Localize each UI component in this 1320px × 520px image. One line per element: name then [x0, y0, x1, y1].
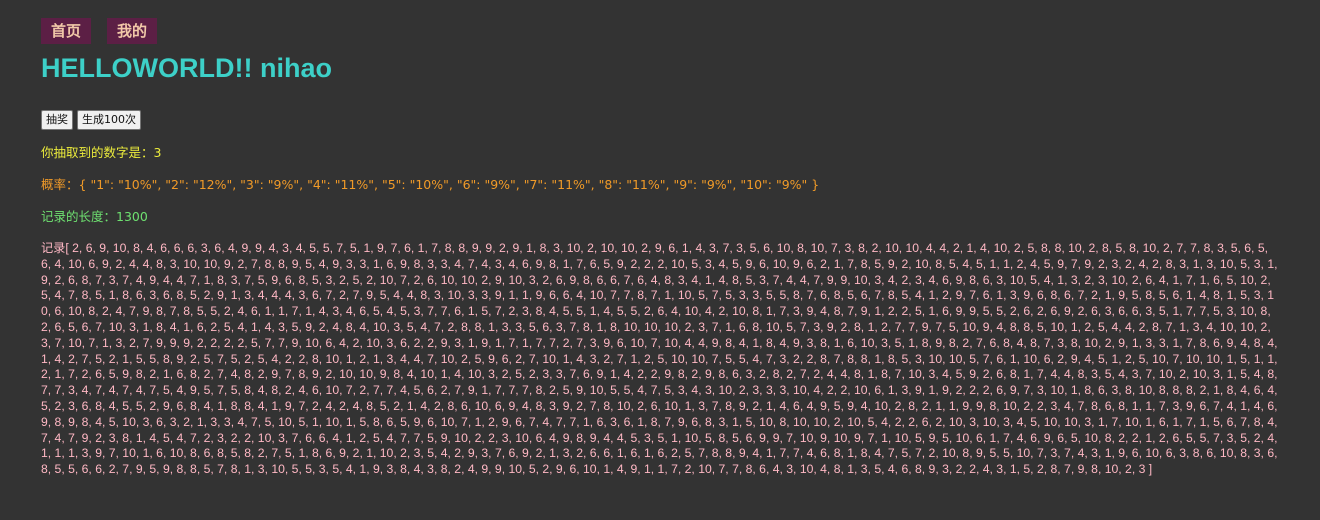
probability-line: 概率：{ "1": "10%", "2": "12%", "3": "9%", …	[41, 177, 1279, 193]
record-list: 记录[ 2, 6, 9, 10, 8, 4, 6, 6, 6, 3, 6, 4,…	[41, 241, 1281, 520]
record-label: 记录	[41, 241, 66, 255]
page-title: HELLOWORLD!! nihao	[41, 53, 332, 83]
top-nav: 首页 我的	[41, 18, 1279, 44]
action-buttons: 抽奖 生成100次	[41, 110, 1279, 130]
record-values: [ 2, 6, 9, 10, 8, 4, 6, 6, 6, 3, 6, 4, 9…	[41, 241, 1278, 477]
draw-button[interactable]: 抽奖	[41, 110, 73, 130]
generate-100-button[interactable]: 生成100次	[77, 110, 141, 130]
probability-value: { "1": "10%", "2": "12%", "3": "9%", "4"…	[78, 177, 820, 192]
draw-result-label: 你抽取到的数字是：	[41, 145, 154, 160]
record-length-line: 记录的长度：1300	[41, 209, 1279, 225]
record-length-value: 1300	[116, 209, 148, 224]
draw-result: 你抽取到的数字是：3	[41, 145, 1279, 161]
draw-result-value: 3	[153, 145, 162, 160]
app-root: 首页 我的 HELLOWORLD!! nihao 抽奖 生成100次 你抽取到的…	[0, 0, 1320, 520]
probability-label: 概率：	[41, 177, 79, 192]
nav-link-mine[interactable]: 我的	[107, 18, 158, 44]
record-length-label: 记录的长度：	[41, 209, 117, 224]
nav-link-home[interactable]: 首页	[41, 18, 92, 44]
